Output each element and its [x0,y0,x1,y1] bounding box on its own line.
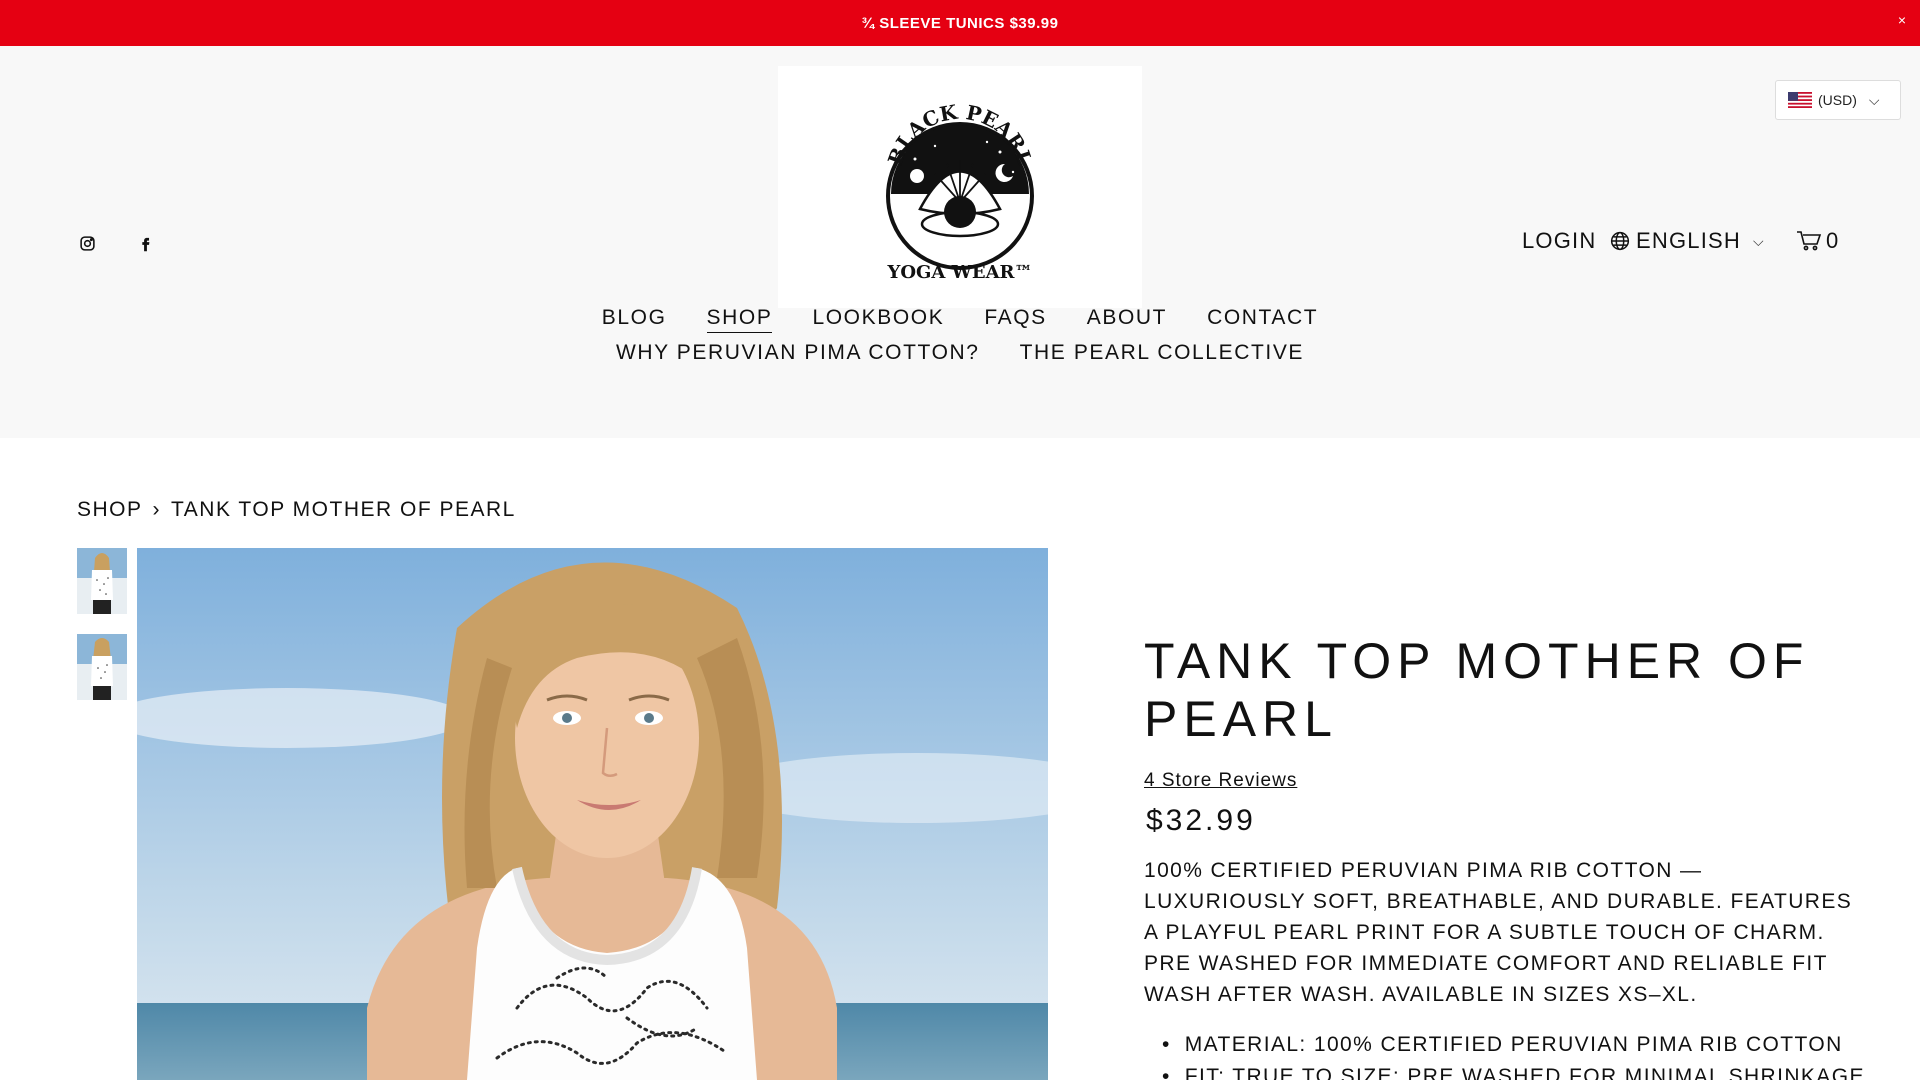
chevron-down-icon: ⌵ [1752,232,1765,249]
cart-count: 0 [1826,228,1840,253]
close-icon[interactable]: × [1898,12,1906,28]
bullet-icon: • [1162,1033,1171,1056]
announcement-text[interactable]: ¾ SLEEVE TUNICS $39.99 [862,15,1059,32]
bullet-icon: • [1162,1065,1171,1080]
product-photo [137,548,1048,1080]
nav-why-peruvian-pima-cotton[interactable]: WHY PERUVIAN PIMA COTTON? [616,341,980,367]
product-thumbnail-front[interactable] [77,548,127,614]
product-main-image[interactable] [137,548,1048,1080]
announcement-bar: ¾ SLEEVE TUNICS $39.99 × [0,0,1920,46]
us-flag-icon [1788,92,1812,108]
currency-selector[interactable]: (USD) ⌵ [1775,80,1901,120]
nav-about[interactable]: ABOUT [1087,306,1167,333]
nav-the-pearl-collective[interactable]: THE PEARL COLLECTIVE [1020,341,1304,367]
language-label: ENGLISH [1636,228,1741,253]
product-title: TANK TOP MOTHER OF PEARL [1144,633,1810,747]
nav-shop[interactable]: SHOP [706,306,773,333]
breadcrumb-current: TANK TOP MOTHER OF PEARL [171,498,516,521]
language-selector[interactable]: ENGLISH ⌵ [1610,226,1765,256]
store-reviews-link[interactable]: 4 Store Reviews [1144,770,1297,792]
main-nav-row-1: BLOG SHOP LOOKBOOK FAQS ABOUT CONTACT [0,306,1920,333]
nav-lookbook[interactable]: LOOKBOOK [812,306,944,333]
list-item: • MATERIAL: 100% CERTIFIED PERUVIAN PIMA … [1162,1029,1882,1061]
product-description: 100% CERTIFIED PERUVIAN PIMA RIB COTTON … [1144,859,1853,1006]
breadcrumb-shop[interactable]: SHOP [77,498,143,522]
feature-text: MATERIAL: 100% CERTIFIED PERUVIAN PIMA R… [1184,1033,1843,1056]
cart-icon [1797,231,1822,251]
main-nav-row-2: WHY PERUVIAN PIMA COTTON? THE PEARL COLL… [0,341,1920,367]
breadcrumb-separator: › [152,498,162,521]
product-feature-list: • MATERIAL: 100% CERTIFIED PERUVIAN PIMA … [1162,1029,1882,1080]
login-link[interactable]: LOGIN [1522,226,1596,256]
nav-contact[interactable]: CONTACT [1207,306,1318,333]
product-price: $32.99 [1146,804,1256,837]
nav-blog[interactable]: BLOG [602,306,667,333]
globe-icon [1610,231,1630,251]
currency-label: (USD) [1818,92,1857,108]
chevron-down-icon: ⌵ [1868,91,1880,108]
cart-link[interactable]: 0 [1796,226,1839,256]
list-item: • FIT: TRUE TO SIZE; PRE WASHED FOR MINIM… [1162,1061,1882,1080]
instagram-icon[interactable] [76,232,98,254]
svg-text:YOGA WEAR™: YOGA WEAR™ [887,262,1033,283]
facebook-icon[interactable] [134,232,156,254]
product-thumbnail-image [77,634,127,700]
nav-faqs[interactable]: FAQS [984,306,1046,333]
product-thumbnail-image [77,548,127,614]
feature-text: FIT: TRUE TO SIZE; PRE WASHED FOR MINIMA… [1184,1065,1865,1080]
product-thumbnail-back[interactable] [77,634,127,700]
site-header: BLACK PEARL YOGA WEAR™ (USD) ⌵ LOGIN ENG… [0,46,1920,438]
site-logo[interactable]: BLACK PEARL YOGA WEAR™ [778,66,1142,308]
black-pearl-logo: BLACK PEARL YOGA WEAR™ [883,100,1037,283]
breadcrumb: SHOP › TANK TOP MOTHER OF PEARL [77,498,516,522]
